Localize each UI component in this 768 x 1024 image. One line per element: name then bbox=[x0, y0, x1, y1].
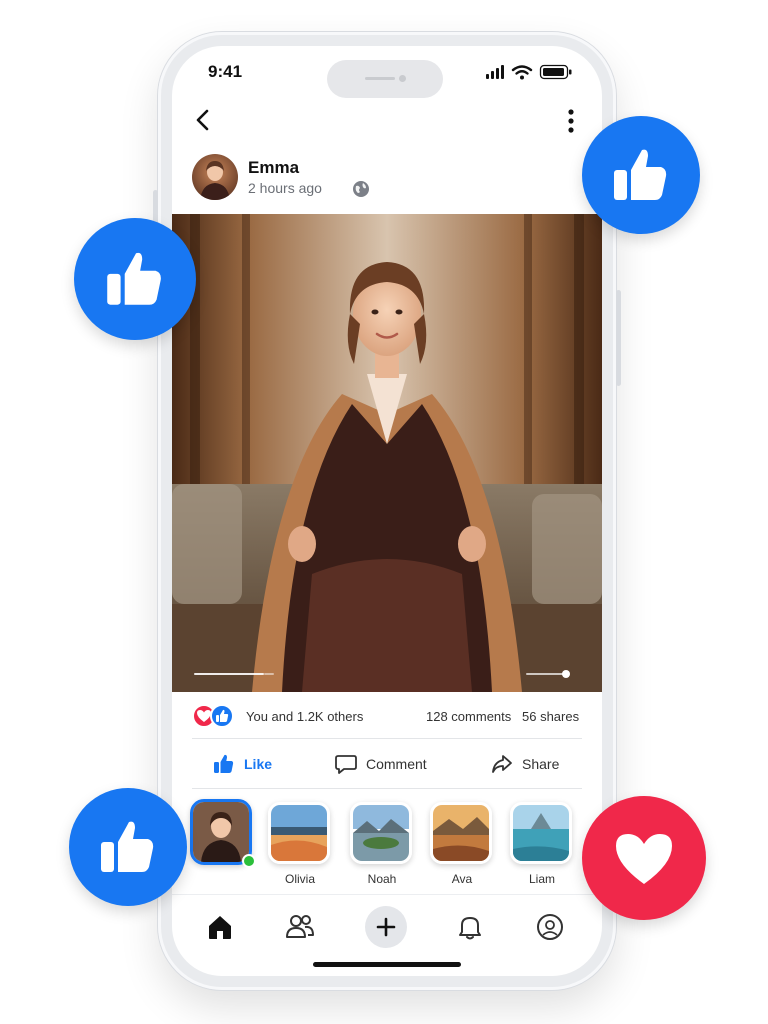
story-thumbnail bbox=[350, 802, 412, 864]
like-button[interactable]: Like bbox=[212, 746, 272, 782]
video-scrubber[interactable] bbox=[194, 666, 584, 678]
create-icon bbox=[365, 906, 407, 948]
post-timestamp: 2 hours ago bbox=[248, 180, 322, 196]
globe-icon bbox=[352, 180, 370, 198]
nav-profile[interactable] bbox=[528, 905, 572, 949]
nav-create[interactable] bbox=[364, 905, 408, 949]
share-button[interactable]: Share bbox=[490, 746, 559, 782]
phone-screen: 9:41 Emma 2 hours ago You and 1.2K other… bbox=[172, 46, 602, 976]
friends-icon bbox=[286, 915, 314, 938]
home-icon bbox=[209, 916, 231, 939]
author-avatar[interactable] bbox=[192, 154, 238, 200]
story-label: Noah bbox=[367, 872, 397, 886]
story-ava[interactable]: Ava bbox=[428, 798, 496, 894]
story-olivia[interactable]: Olivia bbox=[266, 798, 334, 894]
battery-icon bbox=[539, 64, 572, 80]
story-liam[interactable]: Liam bbox=[508, 798, 576, 894]
story-thumbnail bbox=[430, 802, 492, 864]
thumbs-up-icon bbox=[214, 754, 234, 773]
story-thumbnail bbox=[268, 802, 330, 864]
share-label: Share bbox=[522, 756, 560, 772]
more-options-button[interactable] bbox=[564, 108, 578, 134]
home-indicator bbox=[313, 962, 461, 967]
nav-notifications[interactable] bbox=[448, 905, 492, 949]
more-vertical-icon bbox=[568, 109, 574, 133]
shares-count[interactable]: 56 shares bbox=[522, 709, 579, 724]
signal-icon bbox=[486, 65, 504, 79]
comment-label: Comment bbox=[366, 756, 427, 772]
reactions-summary[interactable]: You and 1.2K others bbox=[246, 709, 363, 724]
post-stats: You and 1.2K others 128 comments 56 shar… bbox=[192, 704, 582, 730]
post-topbar bbox=[172, 104, 602, 144]
floating-heart-icon bbox=[582, 796, 706, 920]
online-status-dot bbox=[242, 854, 256, 868]
island-camera bbox=[399, 75, 406, 82]
like-reaction-icon bbox=[210, 704, 234, 728]
author-name[interactable]: Emma bbox=[248, 158, 299, 178]
floating-like-icon bbox=[582, 116, 700, 234]
stories-row: Olivia Noah Ava Liam bbox=[172, 798, 602, 894]
like-label: Like bbox=[244, 756, 273, 772]
divider bbox=[192, 738, 582, 739]
status-time: 9:41 bbox=[208, 62, 243, 81]
floating-like-icon bbox=[69, 788, 187, 906]
post-photo[interactable] bbox=[172, 214, 602, 692]
divider bbox=[192, 788, 582, 789]
chevron-left-icon bbox=[196, 109, 209, 131]
floating-like-icon bbox=[74, 218, 196, 340]
story-thumbnail bbox=[510, 802, 572, 864]
story-noah[interactable]: Noah bbox=[348, 798, 416, 894]
comments-count[interactable]: 128 comments bbox=[426, 709, 511, 724]
profile-icon bbox=[537, 914, 563, 940]
story-label: Liam bbox=[528, 872, 555, 886]
wifi-icon bbox=[511, 65, 533, 80]
notifications-icon bbox=[459, 917, 481, 940]
story-label: Ava bbox=[451, 872, 473, 886]
island-speaker bbox=[365, 77, 395, 80]
post-author: Emma 2 hours ago bbox=[192, 154, 582, 202]
story-label: Olivia bbox=[284, 872, 315, 886]
comment-icon bbox=[335, 755, 357, 774]
status-icons bbox=[486, 64, 574, 80]
nav-home[interactable] bbox=[198, 905, 242, 949]
dynamic-island bbox=[327, 60, 443, 98]
share-icon bbox=[492, 755, 512, 773]
story-thumbnail bbox=[190, 799, 252, 865]
comment-button[interactable]: Comment bbox=[334, 746, 427, 782]
story-me[interactable] bbox=[188, 798, 256, 894]
back-button[interactable] bbox=[190, 106, 218, 134]
post-actions: Like Comment Share bbox=[192, 746, 582, 786]
phone-side-button bbox=[616, 290, 621, 386]
nav-friends[interactable] bbox=[278, 905, 322, 949]
status-bar: 9:41 bbox=[172, 46, 602, 98]
